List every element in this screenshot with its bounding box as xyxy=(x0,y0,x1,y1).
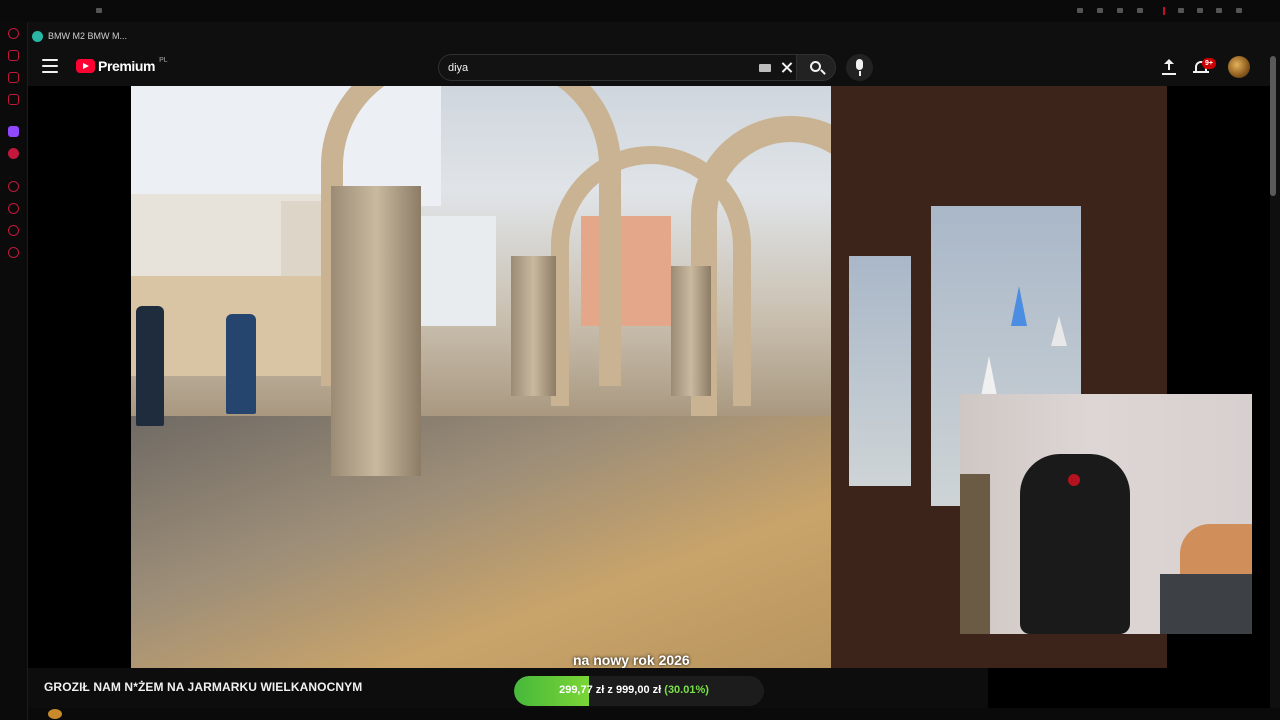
donation-goal-percent: (30.01%) xyxy=(664,684,709,696)
keyboard-icon[interactable] xyxy=(759,64,771,72)
settings-icon[interactable] xyxy=(8,247,19,258)
voice-search-button[interactable] xyxy=(846,54,873,81)
search-input[interactable] xyxy=(448,59,748,77)
twitch-icon[interactable] xyxy=(8,126,19,137)
video-title: GROZIŁ NAM N*ŻEM NA JARMARKU WIELKANOCNY… xyxy=(44,680,363,694)
youtube-logo-icon xyxy=(76,59,95,73)
tab-favicon-icon xyxy=(32,30,43,42)
donation-goal-text: 299,77 zł z 999,00 zł (30.01%) xyxy=(514,684,754,696)
minimize-icon[interactable] xyxy=(1178,8,1184,13)
youtube-premium-logo[interactable]: Premium PL xyxy=(76,56,168,74)
youtube-header: Premium PL 9+ xyxy=(28,48,1280,86)
bottom-strip xyxy=(28,708,1280,720)
mic-icon xyxy=(856,59,863,70)
window-icon xyxy=(96,8,102,13)
chat-icon[interactable] xyxy=(8,72,19,83)
window-icon xyxy=(1097,8,1103,13)
upload-button[interactable] xyxy=(1160,58,1178,76)
donation-goal-bar: 299,77 zł z 999,00 zł (30.01%) xyxy=(514,676,764,706)
play-icon[interactable] xyxy=(8,181,19,192)
messenger-icon[interactable] xyxy=(8,94,19,105)
avatar[interactable] xyxy=(1228,56,1250,78)
menu-icon[interactable] xyxy=(42,59,58,75)
refresh-icon[interactable] xyxy=(8,28,19,39)
clock-icon[interactable] xyxy=(8,203,19,214)
search-box xyxy=(438,54,824,81)
window-icon[interactable] xyxy=(1236,8,1242,13)
donation-goal-amount: 299,77 zł z 999,00 zł xyxy=(559,684,662,696)
maximize-icon[interactable] xyxy=(1197,8,1203,13)
notifications-badge: 9+ xyxy=(1202,58,1216,69)
logo-text: Premium xyxy=(98,58,156,74)
game-icon[interactable] xyxy=(8,148,19,159)
window-icon xyxy=(1137,8,1143,13)
search-button[interactable] xyxy=(796,54,836,81)
upload-icon xyxy=(1168,60,1170,70)
channel-avatar-icon xyxy=(48,709,62,719)
clear-search-icon[interactable] xyxy=(779,60,795,76)
browser-tab[interactable]: BMW M2 BMW M... xyxy=(32,27,127,45)
window-icon xyxy=(1077,8,1083,13)
video-caption: na nowy rok 2026 xyxy=(573,652,690,668)
stream-title-bar: GROZIŁ NAM N*ŻEM NA JARMARKU WIELKANOCNY… xyxy=(28,668,988,708)
bag-icon[interactable] xyxy=(8,50,19,61)
sidebar-rail xyxy=(0,22,28,720)
cube-icon[interactable] xyxy=(8,225,19,236)
close-window-icon[interactable] xyxy=(1216,8,1222,13)
webcam-overlay xyxy=(960,394,1252,634)
tab-title: BMW M2 BMW M... xyxy=(48,31,127,41)
browser-tab-bar: BMW M2 BMW M... xyxy=(28,22,1280,48)
window-icon xyxy=(1117,8,1123,13)
recording-indicator-icon xyxy=(1163,7,1165,15)
logo-region: PL xyxy=(159,56,168,64)
scrollbar[interactable] xyxy=(1270,56,1276,196)
system-top-strip xyxy=(0,0,1280,22)
